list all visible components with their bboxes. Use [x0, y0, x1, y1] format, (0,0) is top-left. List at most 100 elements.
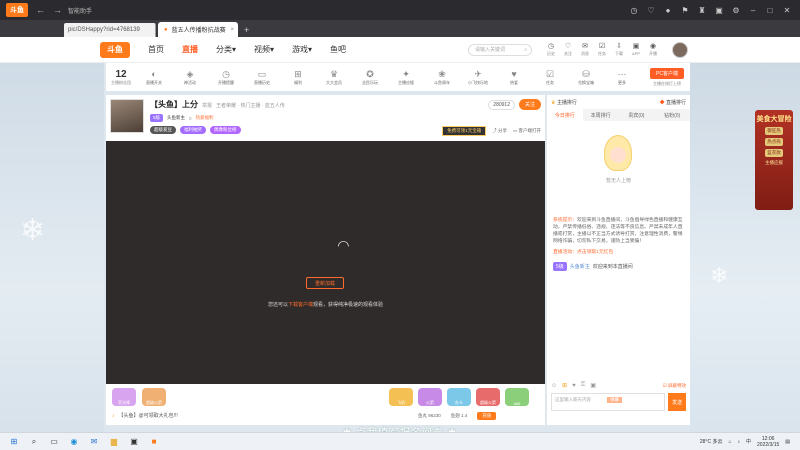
pc-client-button[interactable]: PC客户端: [650, 67, 684, 79]
bag-icon[interactable]: ▣: [714, 5, 724, 15]
tag[interactable]: 热爱福利: [196, 115, 214, 121]
forward-button[interactable]: →: [53, 5, 62, 15]
gift-item[interactable]: 超级火箭: [476, 388, 500, 406]
fans-icon[interactable]: ♥: [572, 383, 576, 389]
danmaku-option[interactable]: 弹幕: [607, 397, 622, 403]
reload-button[interactable]: 重新加载: [306, 277, 344, 289]
breadcrumb[interactable]: 王者荣耀 · 热门主播 · 蓝五人传: [216, 103, 285, 109]
task-view-icon[interactable]: ▭: [48, 436, 60, 448]
shirt-icon[interactable]: ♜: [697, 5, 707, 15]
chat-input[interactable]: 这里输入聊天内容 弹幕: [551, 393, 665, 411]
download-client-link[interactable]: 下载客户端: [288, 302, 313, 308]
user-avatar-icon[interactable]: ●: [663, 5, 673, 15]
nav-yuba[interactable]: 鱼吧: [330, 44, 346, 55]
emoji-icon[interactable]: ☺: [551, 383, 557, 389]
follow-button[interactable]: 关注: [518, 99, 541, 110]
search-icon[interactable]: ⌕: [524, 47, 527, 53]
terminal-icon[interactable]: ▣: [128, 436, 140, 448]
share-button[interactable]: ⤴ 分享: [492, 128, 507, 134]
user-avatar[interactable]: [672, 41, 689, 58]
back-button[interactable]: ←: [36, 5, 45, 15]
promo-item[interactable]: 蓝衣款: [765, 149, 783, 157]
gift-item[interactable]: 荧光棒: [112, 388, 136, 406]
windows-start-icon[interactable]: ⊞: [8, 436, 20, 448]
cat-item[interactable]: ✦ 主播应援: [388, 68, 424, 86]
close-icon[interactable]: ✕: [782, 5, 792, 15]
tab-active[interactable]: ● 蓝五人传播粉抗战赛 ×: [158, 22, 238, 37]
app-button[interactable]: ▣ APP: [631, 43, 641, 57]
mail-icon[interactable]: ✉: [88, 436, 100, 448]
promo-item[interactable]: 御狂热: [765, 127, 783, 135]
client-open-button[interactable]: ▭ 客户端打开: [513, 128, 541, 134]
address-bar[interactable]: pic/DSHappy?rid=4768139: [64, 23, 156, 37]
gift-line-text[interactable]: 【头鱼】@可领取大礼包!!!: [119, 412, 178, 419]
promo-item[interactable]: 热点商: [765, 138, 783, 146]
maximize-icon[interactable]: □: [765, 5, 775, 15]
tag[interactable]: 头鱼新主: [167, 115, 185, 121]
pill[interactable]: 偶像粉丝榜: [210, 126, 241, 134]
cat-item[interactable]: ✪ 全民乐玩: [352, 68, 388, 86]
cat-item[interactable]: ✈ 小飞快乐地: [460, 68, 496, 86]
follow-button[interactable]: ♡ 关注: [563, 43, 573, 57]
lock-icon[interactable]: ⚿: [581, 382, 586, 389]
gift-item[interactable]: 超级火箭: [142, 388, 166, 406]
tab-diamond[interactable]: 钻粉(0): [654, 109, 690, 121]
gift-item[interactable]: 飞机: [389, 388, 413, 406]
weather[interactable]: 28°C 多云: [700, 438, 723, 445]
clock-icon[interactable]: ◷: [629, 5, 639, 15]
cat-item[interactable]: ❀ 斗鱼周年: [424, 68, 460, 86]
new-tab-button[interactable]: +: [244, 25, 249, 35]
douyu-logo[interactable]: 斗鱼: [100, 41, 130, 58]
live-rank[interactable]: ◆ 直播排行: [660, 99, 686, 106]
gift-item[interactable]: 办卡: [447, 388, 471, 406]
nav-live[interactable]: 直播: [182, 44, 198, 55]
notification-icon[interactable]: ▤: [785, 439, 790, 445]
chat-user[interactable]: 头鱼新主: [570, 263, 590, 270]
video-player[interactable]: ◜◝ 重新加载 您还可以下载客户端观看，获得纯净极速的观看体验: [106, 141, 545, 384]
chest-badge[interactable]: 免费可领1元宝箱: [442, 126, 487, 136]
cat-item[interactable]: ⋯ 更多: [604, 68, 640, 86]
nav-video[interactable]: 视频▾: [254, 44, 274, 55]
ime-icon[interactable]: 中: [746, 438, 751, 445]
image-icon[interactable]: ▣: [590, 382, 596, 389]
search-input[interactable]: 请输入关键词 ⌕: [468, 43, 533, 56]
tab-close-button[interactable]: ×: [230, 27, 234, 33]
danmaku-settings[interactable]: ☑ 屏蔽特效: [663, 383, 686, 389]
cat-item[interactable]: ◈ 神活动: [172, 68, 208, 86]
settings-icon[interactable]: ⚙: [731, 5, 741, 15]
volume-icon[interactable]: ♪: [738, 439, 741, 445]
pill[interactable]: 超级爱豆: [150, 126, 176, 134]
tab-week[interactable]: 本周排行: [583, 109, 619, 121]
stream-button[interactable]: ◉ 开播: [648, 43, 658, 57]
streamer-avatar[interactable]: [110, 99, 144, 133]
search-icon[interactable]: ⌕: [28, 436, 40, 448]
pill[interactable]: 福利抽奖: [180, 126, 206, 134]
tab-today[interactable]: 今日排行: [547, 109, 583, 121]
gift-icon[interactable]: ⊞: [562, 382, 567, 389]
report-link[interactable]: 举报: [202, 103, 212, 109]
activity-notice[interactable]: 直播活动：点击领取1元红包: [553, 249, 684, 256]
cat-item[interactable]: ♛ 大大会员: [316, 68, 352, 86]
fan-count[interactable]: 12 主播粉丝团: [106, 69, 136, 86]
cat-item[interactable]: ◷ 开播提醒: [208, 68, 244, 86]
message-button[interactable]: ✉ 消息: [580, 43, 590, 57]
cat-item[interactable]: ▭ 直播历史: [244, 68, 280, 86]
clock[interactable]: 12:06 2022/3/15: [757, 436, 779, 448]
cat-item[interactable]: ♥ 热爱: [496, 68, 532, 86]
promo-banner[interactable]: 美食大冒险 御狂热 热点商 蓝衣款 主播应援: [755, 110, 793, 210]
network-icon[interactable]: ⌂: [728, 439, 731, 445]
douyu-taskbar-icon[interactable]: ■: [148, 436, 160, 448]
nav-category[interactable]: 分类▾: [216, 44, 236, 55]
recharge-button[interactable]: 充值: [477, 412, 497, 420]
heart-icon[interactable]: ♡: [646, 5, 656, 15]
gift-icon[interactable]: ⚑: [680, 5, 690, 15]
history-button[interactable]: ◷ 历史: [546, 43, 556, 57]
edge-browser-icon[interactable]: ◉: [68, 436, 80, 448]
task-button[interactable]: ☑ 任务: [597, 43, 607, 57]
cat-item[interactable]: ☑ 任务: [532, 68, 568, 86]
download-button[interactable]: ⇩ 下载: [614, 43, 624, 57]
send-button[interactable]: 发送: [668, 393, 686, 411]
tab-guest[interactable]: 贵宾(0): [619, 109, 655, 121]
nav-game[interactable]: 游戏▾: [292, 44, 312, 55]
streamer-rank[interactable]: ♛ 主播排行: [551, 99, 577, 106]
